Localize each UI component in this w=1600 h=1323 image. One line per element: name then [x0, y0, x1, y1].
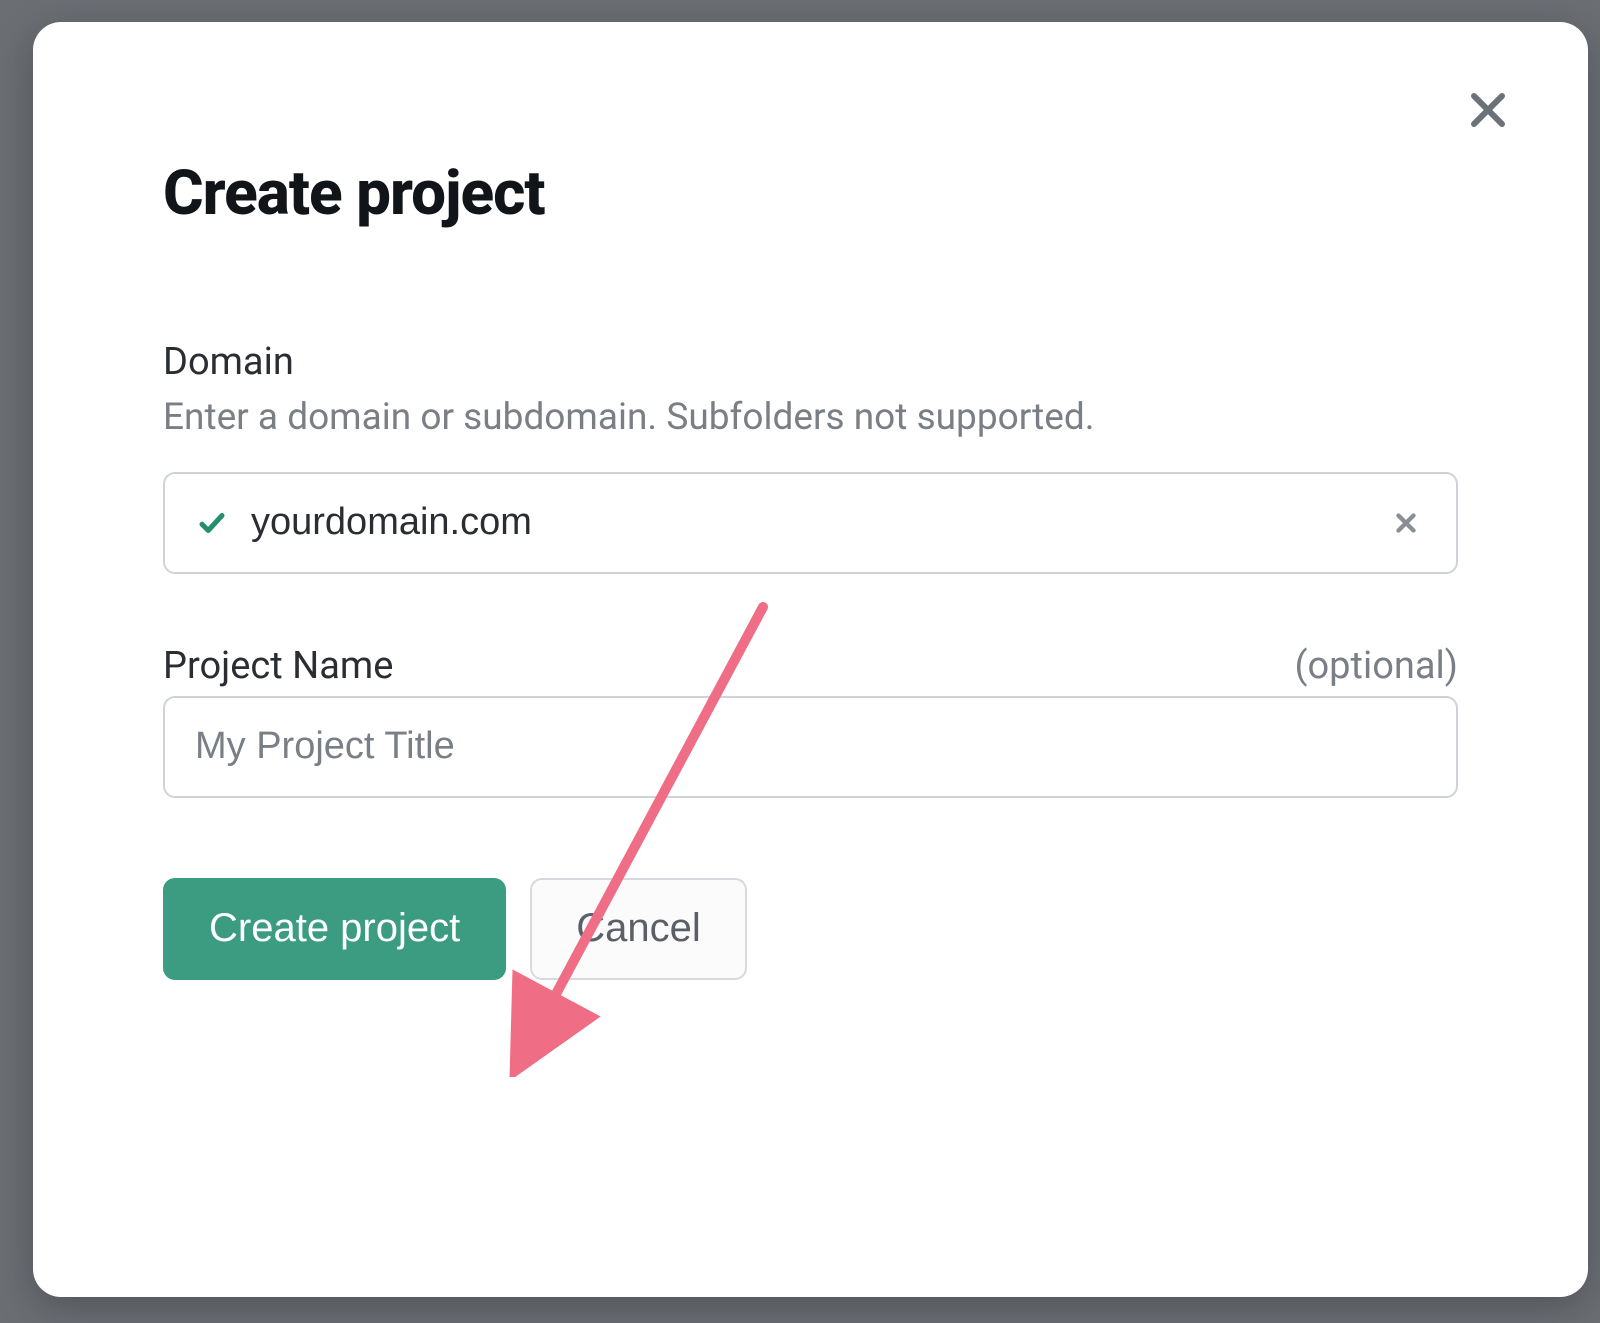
close-icon: [1464, 86, 1512, 134]
button-row: Create project Cancel: [163, 878, 1458, 980]
modal-title: Create project: [163, 157, 1458, 230]
project-name-field-group: Project Name (optional): [163, 644, 1458, 798]
close-button[interactable]: [1458, 80, 1518, 140]
domain-field-group: Domain Enter a domain or subdomain. Subf…: [163, 340, 1458, 574]
create-project-modal: Create project Domain Enter a domain or …: [33, 22, 1588, 1297]
project-name-input[interactable]: [195, 698, 1426, 796]
domain-input-wrap: [163, 472, 1458, 574]
create-project-button[interactable]: Create project: [163, 878, 506, 980]
domain-label: Domain: [163, 340, 294, 384]
project-name-optional: (optional): [1295, 644, 1459, 688]
project-name-input-wrap: [163, 696, 1458, 798]
cancel-button[interactable]: Cancel: [530, 878, 747, 980]
domain-hint: Enter a domain or subdomain. Subfolders …: [163, 392, 1458, 444]
domain-input[interactable]: [251, 474, 1386, 572]
check-icon: [195, 506, 229, 540]
project-name-label: Project Name: [163, 644, 393, 688]
clear-icon: [1391, 508, 1421, 538]
clear-domain-button[interactable]: [1386, 503, 1426, 543]
